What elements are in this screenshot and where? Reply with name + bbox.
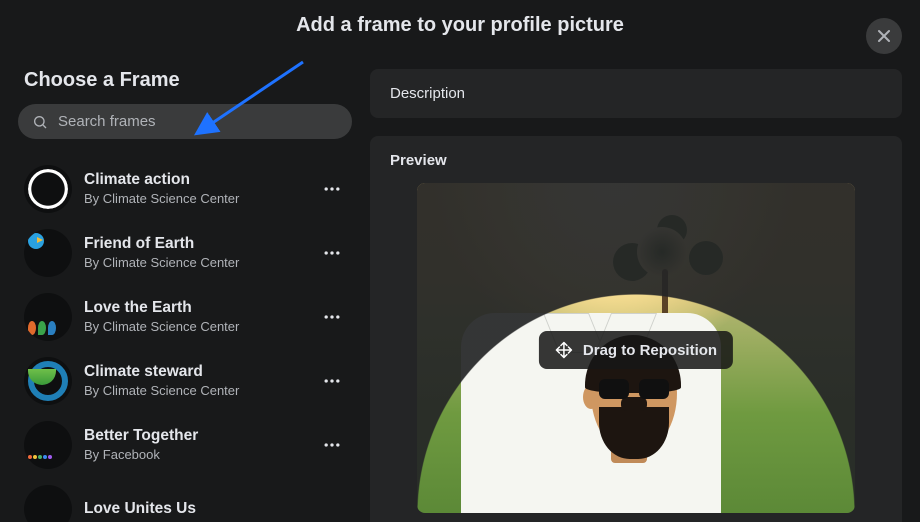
more-icon (322, 179, 342, 199)
frame-more-button[interactable] (318, 435, 346, 455)
modal-title: Add a frame to your profile picture (296, 14, 624, 37)
frame-more-button[interactable] (318, 243, 346, 263)
more-icon (322, 243, 342, 263)
search-input[interactable] (58, 113, 338, 130)
frame-subtitle: By Climate Science Center (84, 191, 306, 208)
frame-text: Better Together By Facebook (84, 426, 306, 463)
frame-subtitle: By Climate Science Center (84, 255, 306, 272)
frame-subtitle: By Climate Science Center (84, 319, 306, 336)
frame-subtitle: By Climate Science Center (84, 383, 306, 400)
frame-item-climate-action[interactable]: Climate action By Climate Science Center (18, 157, 352, 221)
frame-thumb (24, 165, 72, 213)
modal-header: Add a frame to your profile picture (0, 0, 920, 51)
close-icon (874, 26, 894, 46)
frame-item-love-the-earth[interactable]: Love the Earth By Climate Science Center (18, 285, 352, 349)
frame-thumb (24, 421, 72, 469)
frame-title: Better Together (84, 426, 306, 446)
frame-thumb (24, 293, 72, 341)
frame-subtitle: By Facebook (84, 447, 306, 464)
frame-thumb (24, 485, 72, 522)
frame-text: Climate action By Climate Science Center (84, 170, 306, 207)
profile-picture-preview[interactable]: Drag to Reposition (417, 183, 855, 513)
search-frames-field[interactable] (18, 104, 352, 139)
choose-frame-title: Choose a Frame (24, 69, 352, 92)
move-icon (555, 341, 573, 359)
search-icon (32, 114, 48, 130)
frame-title: Love Unites Us (84, 499, 346, 519)
add-frame-modal: Add a frame to your profile picture Choo… (0, 0, 920, 522)
frame-title: Climate steward (84, 362, 306, 382)
frame-text: Love the Earth By Climate Science Center (84, 298, 306, 335)
frame-text: Love Unites Us (84, 499, 346, 519)
frame-text: Friend of Earth By Climate Science Cente… (84, 234, 306, 271)
frame-item-love-unites-us[interactable]: Love Unites Us (18, 477, 352, 522)
frame-more-button[interactable] (318, 179, 346, 199)
more-icon (322, 371, 342, 391)
frame-list: Climate action By Climate Science Center… (18, 157, 352, 522)
frame-more-button[interactable] (318, 371, 346, 391)
frame-thumb (24, 229, 72, 277)
more-icon (322, 307, 342, 327)
more-icon (322, 435, 342, 455)
frame-more-button[interactable] (318, 307, 346, 327)
frame-title: Friend of Earth (84, 234, 306, 254)
drag-label: Drag to Reposition (583, 342, 717, 359)
frame-item-friend-of-earth[interactable]: Friend of Earth By Climate Science Cente… (18, 221, 352, 285)
description-panel[interactable]: Description (370, 69, 902, 118)
frame-text: Climate steward By Climate Science Cente… (84, 362, 306, 399)
preview-panel: Preview (370, 136, 902, 522)
frame-thumb (24, 357, 72, 405)
frame-title: Climate action (84, 170, 306, 190)
preview-column: Description Preview (370, 51, 902, 522)
frame-item-better-together[interactable]: Better Together By Facebook (18, 413, 352, 477)
frame-list-panel: Choose a Frame Climate action By Climate… (18, 51, 370, 522)
preview-label: Preview (390, 152, 882, 169)
description-label: Description (390, 85, 882, 102)
close-button[interactable] (866, 18, 902, 54)
frame-title: Love the Earth (84, 298, 306, 318)
drag-to-reposition[interactable]: Drag to Reposition (539, 331, 733, 369)
frame-item-climate-steward[interactable]: Climate steward By Climate Science Cente… (18, 349, 352, 413)
